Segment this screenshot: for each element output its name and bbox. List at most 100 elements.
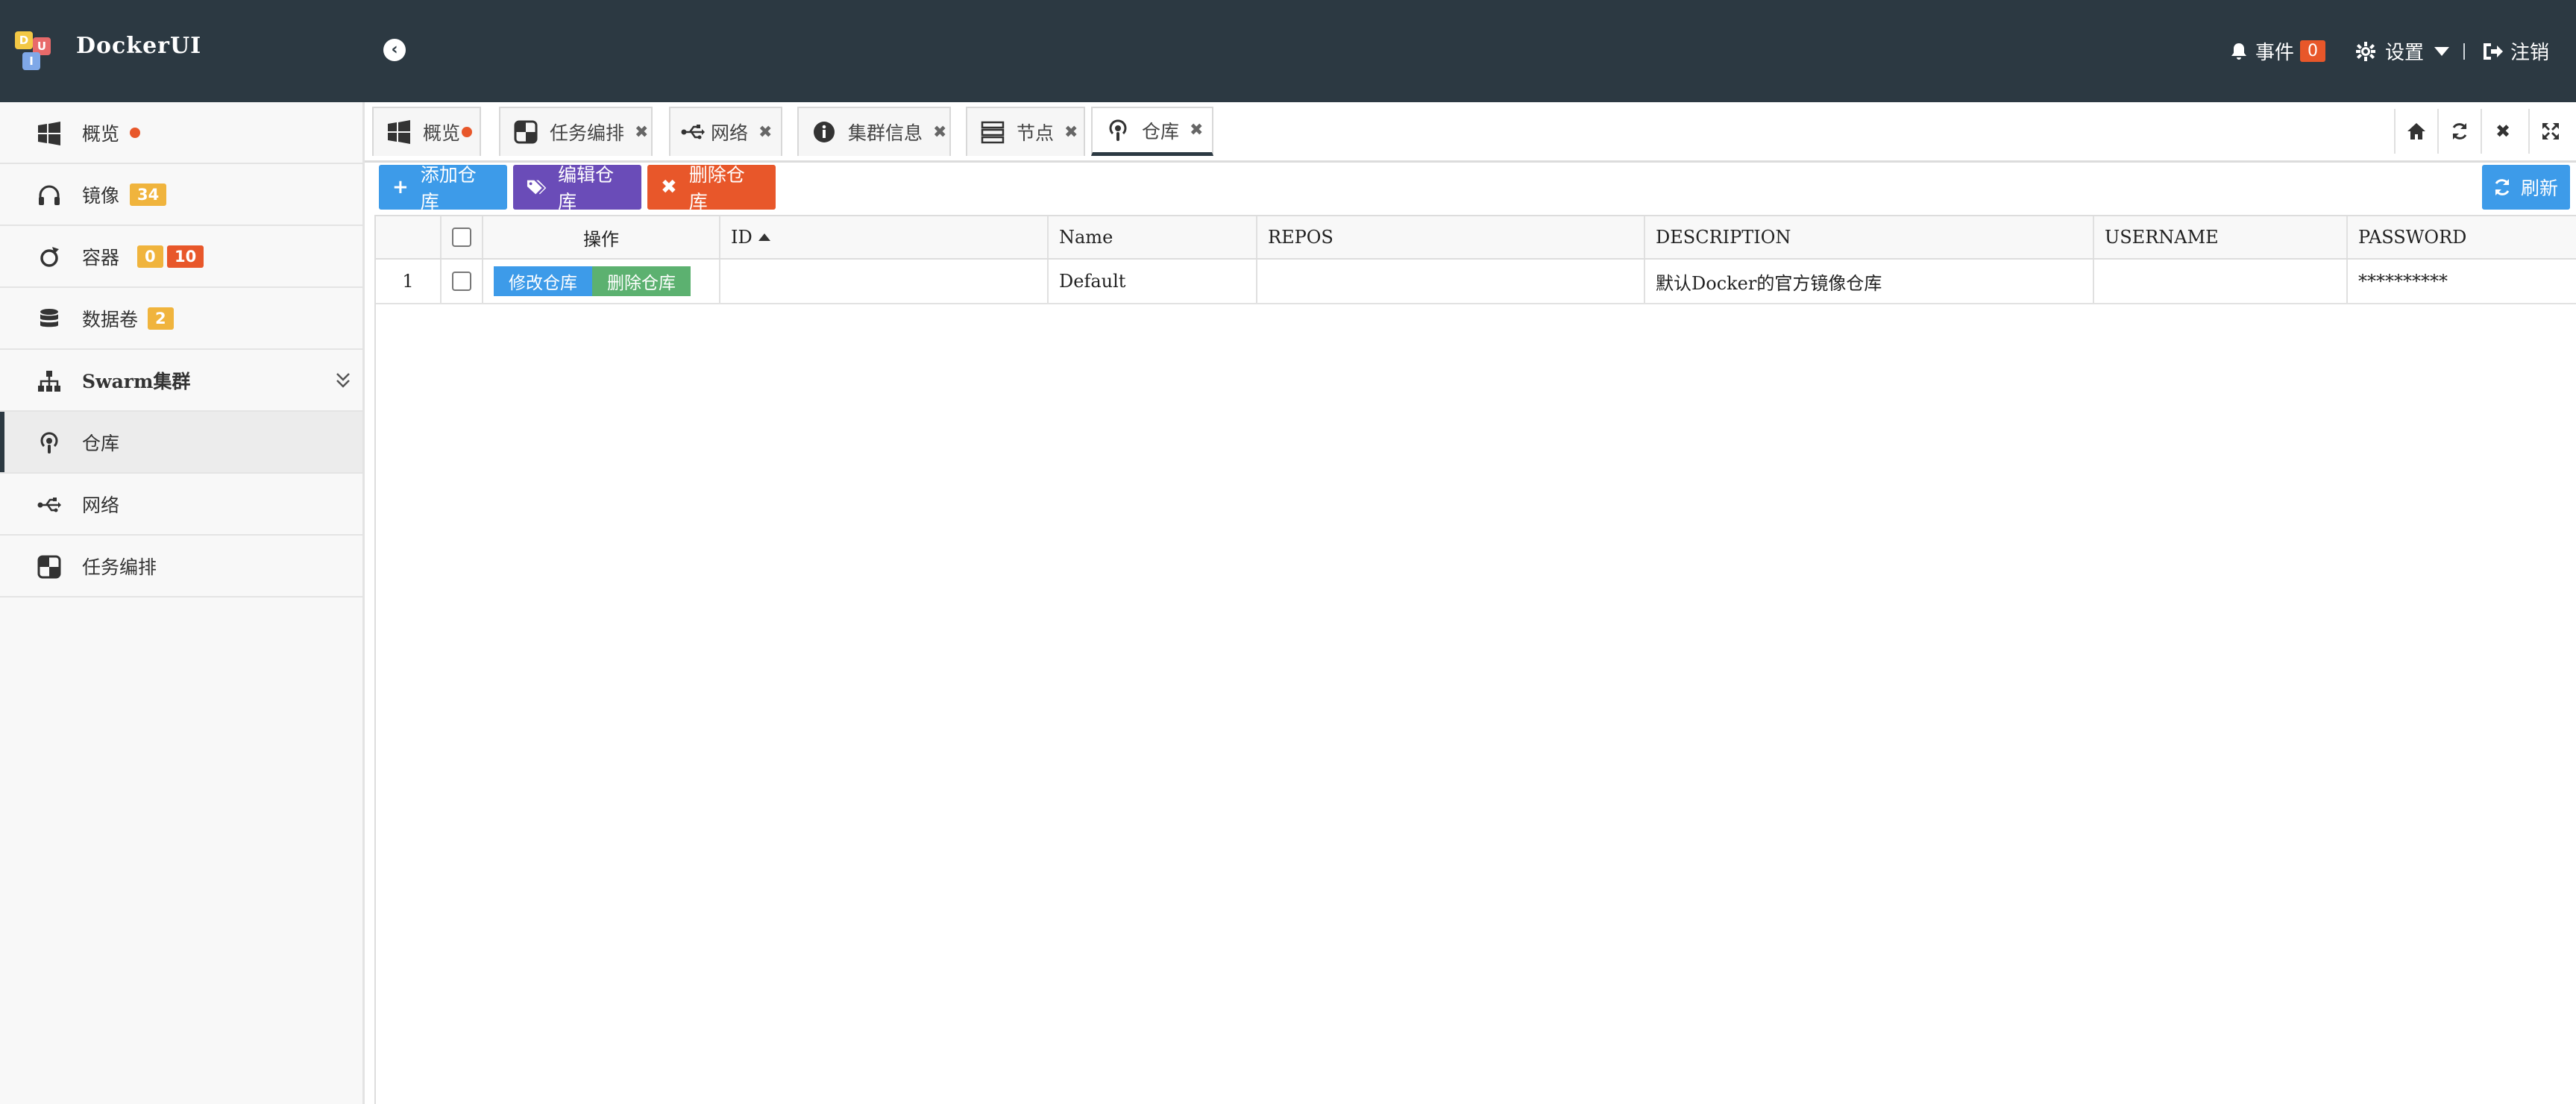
refresh-icon [2452, 123, 2467, 139]
events-label: 事件 [2255, 42, 2295, 64]
edit-registry-label: 编辑仓库 [558, 164, 615, 213]
edit-registry-button[interactable]: 编辑仓库 [513, 164, 641, 213]
column-header-password[interactable]: PASSWORD [2348, 216, 2576, 258]
info-icon [814, 122, 835, 142]
row-actions: 修改仓库 删除仓库 [483, 260, 720, 303]
tab-cluster-info[interactable]: 集群信息 ✖ [797, 107, 951, 156]
close-tab-icon[interactable]: ✖ [758, 123, 772, 142]
dockerui-logo: D U I [15, 31, 55, 72]
cell-name: Default [1049, 260, 1257, 303]
logout-button[interactable]: 注销 [2482, 37, 2549, 65]
column-header-repos[interactable]: REPOS [1257, 216, 1645, 258]
tab-label: 网络 [711, 122, 749, 144]
select-all-cell [442, 216, 483, 258]
sidebar-item-orchestration[interactable]: 任务编排 [0, 536, 362, 598]
sidebar-item-registry[interactable]: 仓库 [0, 412, 362, 474]
registry-table: 操作 ID Name REPOS DESCRIPTION USERNAME PA… [374, 215, 2576, 1104]
refresh-ring-icon [40, 247, 59, 267]
settings-menu[interactable]: 设置 [2355, 37, 2450, 65]
sort-ascending-icon [758, 233, 770, 241]
row-checkbox[interactable] [452, 272, 471, 291]
tab-label: 节点 [1017, 122, 1055, 144]
status-dot [462, 127, 473, 137]
logo-d-icon: D [15, 31, 33, 49]
chevron-double-down-icon[interactable] [336, 372, 351, 389]
close-tab-icon[interactable]: ✖ [1190, 121, 1203, 139]
sign-out-icon [2484, 43, 2503, 60]
close-all-tabs-button[interactable]: ✖ [2481, 109, 2524, 154]
expand-icon [2542, 123, 2559, 139]
row-number-header [376, 216, 442, 258]
tags-icon [527, 180, 547, 195]
cell-description: 默认Docker的官方镜像仓库 [1645, 260, 2094, 303]
tab-registry[interactable]: 仓库 ✖ [1091, 107, 1213, 156]
sidebar: 概览 镜像 34 容器 0 10 数据卷 2 Swarm集群 仓库 网络 任务编… [0, 102, 365, 1104]
orchestration-icon [514, 120, 538, 144]
sidebar-item-label: 容器 [82, 246, 120, 269]
sidebar-toggle-icon[interactable]: ‹ [383, 39, 406, 61]
events-menu[interactable]: 事件 0 [2230, 37, 2326, 65]
sitemap-icon [38, 371, 60, 392]
table-header: 操作 ID Name REPOS DESCRIPTION USERNAME PA… [376, 215, 2576, 260]
podcast-icon [40, 432, 58, 454]
sidebar-item-label: 仓库 [82, 432, 120, 454]
tab-orchestration[interactable]: 任务编排 ✖ [499, 107, 653, 156]
tab-label: 仓库 [1142, 120, 1180, 142]
delete-registry-button[interactable]: ✖ 删除仓库 [647, 164, 776, 213]
close-icon: ✖ [661, 176, 677, 198]
close-tab-icon[interactable]: ✖ [933, 123, 946, 142]
close-icon: ✖ [2495, 121, 2511, 142]
tab-bar: 概览 任务编排 ✖ 网络 ✖ 集群信息 ✖ 节点 ✖ 仓库 ✖ [365, 102, 2576, 163]
edit-row-button[interactable]: 修改仓库 [494, 266, 592, 296]
column-header-id[interactable]: ID [720, 216, 1049, 258]
row-number: 1 [376, 260, 442, 303]
status-dot [130, 128, 140, 138]
select-all-checkbox[interactable] [452, 228, 471, 247]
header-divider [2463, 43, 2465, 60]
refresh-button[interactable]: 刷新 [2482, 165, 2570, 210]
sidebar-item-label: 数据卷 [82, 308, 139, 330]
close-tab-icon[interactable]: ✖ [635, 123, 648, 142]
table-row[interactable]: 1 修改仓库 删除仓库 Default 默认Docker的官方镜像仓库 ****… [376, 260, 2576, 304]
column-header-description[interactable]: DESCRIPTION [1645, 216, 2094, 258]
sidebar-item-volumes[interactable]: 数据卷 2 [0, 288, 362, 350]
delete-registry-label: 删除仓库 [688, 164, 745, 213]
home-tab-button[interactable] [2394, 109, 2437, 154]
home-icon [2407, 123, 2425, 139]
refresh-tab-button[interactable] [2437, 109, 2481, 154]
tab-network[interactable]: 网络 ✖ [669, 107, 782, 156]
row-select-cell [442, 260, 483, 303]
tab-label: 概览 [423, 122, 461, 144]
tab-nodes[interactable]: 节点 ✖ [966, 107, 1085, 156]
sidebar-item-label: 任务编排 [82, 556, 157, 578]
database-icon [40, 309, 58, 327]
column-header-name[interactable]: Name [1049, 216, 1257, 258]
sidebar-item-overview[interactable]: 概览 [0, 102, 362, 164]
containers-total-badge: 10 [167, 245, 204, 268]
usb-icon [37, 498, 61, 512]
plus-icon: + [392, 176, 409, 198]
close-tab-icon[interactable]: ✖ [1064, 123, 1078, 142]
sidebar-item-images[interactable]: 镜像 34 [0, 164, 362, 226]
windows-icon [388, 120, 410, 144]
sidebar-item-containers[interactable]: 容器 0 10 [0, 226, 362, 288]
tab-label: 集群信息 [848, 122, 923, 144]
add-registry-button[interactable]: + 添加仓库 [379, 164, 507, 213]
cell-repos [1257, 260, 1645, 303]
fullscreen-button[interactable] [2528, 109, 2572, 154]
sidebar-item-swarm[interactable]: Swarm集群 [0, 350, 362, 412]
sidebar-item-network[interactable]: 网络 [0, 474, 362, 536]
headphones-icon [39, 185, 60, 205]
settings-label: 设置 [2385, 42, 2425, 64]
column-header-username[interactable]: USERNAME [2094, 216, 2348, 258]
sidebar-item-label: 概览 [82, 122, 120, 145]
sidebar-item-label: Swarm集群 [82, 370, 191, 392]
brand-name: DockerUI [76, 33, 202, 59]
tab-overview[interactable]: 概览 [372, 107, 481, 156]
cell-username [2094, 260, 2348, 303]
refresh-label: 刷新 [2521, 178, 2559, 199]
gear-icon [2356, 41, 2375, 61]
column-header-actions: 操作 [483, 216, 720, 258]
cell-id [720, 260, 1049, 303]
delete-row-button[interactable]: 删除仓库 [592, 266, 691, 296]
